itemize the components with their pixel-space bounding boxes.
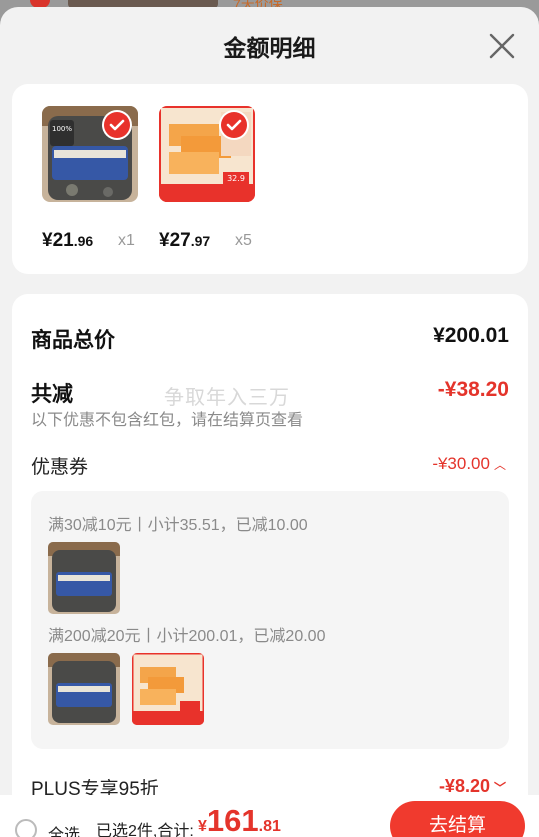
checked-icon[interactable]: [221, 112, 247, 138]
product-qty: x1: [118, 232, 135, 249]
product-image-jar[interactable]: 100%: [42, 106, 138, 202]
checkout-button[interactable]: 去结算: [390, 801, 525, 837]
discount-note: 以下优惠不包含红包，请在结算页查看: [31, 412, 304, 429]
total-value: ¥200.01: [433, 324, 509, 347]
summary-card: 商品总价 ¥200.01 共减 争取年入三万 -¥38.20 以下优惠不包含红包…: [12, 294, 528, 837]
checked-icon[interactable]: [104, 112, 130, 138]
chevron-up-icon: ︿: [493, 458, 506, 472]
close-icon[interactable]: [487, 31, 517, 61]
price-int: ¥21: [42, 230, 74, 251]
price-dec: .96: [73, 233, 94, 249]
grand-total: ¥161.81: [198, 803, 281, 837]
sheet-title: 金额明细: [223, 35, 316, 61]
product-price: ¥21.96: [42, 230, 93, 252]
product-card: 100% ¥21.96 x1 32.9 ¥27.97 x5: [12, 84, 528, 274]
price-int: ¥27: [159, 230, 191, 251]
total-dec: .81: [258, 818, 281, 835]
coupon-detail-box: 满30减10元丨小计35.51，已减10.00 满200减20元丨小计200.0…: [31, 491, 509, 749]
total-int: 161: [206, 803, 259, 837]
product-price: ¥27.97: [159, 230, 210, 252]
product-qty: x5: [235, 232, 252, 249]
total-label: 商品总价: [31, 329, 115, 352]
coupon-label: 优惠券: [31, 457, 89, 478]
coupon-item-thumb: [48, 653, 120, 725]
reduction-label: 共减: [31, 383, 73, 406]
chevron-down-icon: ﹀: [493, 781, 506, 795]
product-image-tissue[interactable]: 32.9: [159, 106, 255, 202]
select-all-radio[interactable]: [15, 819, 37, 837]
checkout-bar: 全选 已选2件,合计: ¥161.81 去结算: [0, 795, 539, 837]
selected-summary: 已选2件,合计:: [96, 823, 194, 837]
coupon-rule: 满30减10元丨小计35.51，已减10.00: [48, 517, 308, 534]
price-dec: .97: [190, 233, 211, 249]
coupon-item-thumb: [48, 542, 120, 614]
coupon-value: -¥30.00: [432, 454, 490, 473]
coupon-item-thumb: [132, 653, 204, 725]
plus-toggle[interactable]: -¥8.20 ﹀: [439, 776, 506, 797]
coupon-rule: 满200减20元丨小计200.01，已减20.00: [48, 628, 326, 645]
reduction-value: -¥38.20: [437, 378, 509, 401]
amount-detail-sheet: 金额明细 100% ¥21.96 x1 32.9 ¥27.97 x5 商品总价 …: [0, 7, 539, 837]
tissue-badge-text: 32.9: [227, 174, 245, 183]
plus-value: -¥8.20: [438, 776, 490, 796]
coupon-toggle[interactable]: -¥30.00 ︿: [432, 454, 506, 474]
select-all-label[interactable]: 全选: [48, 821, 80, 837]
jar-badge-text: 100%: [52, 125, 72, 133]
total-currency: ¥: [198, 818, 207, 835]
